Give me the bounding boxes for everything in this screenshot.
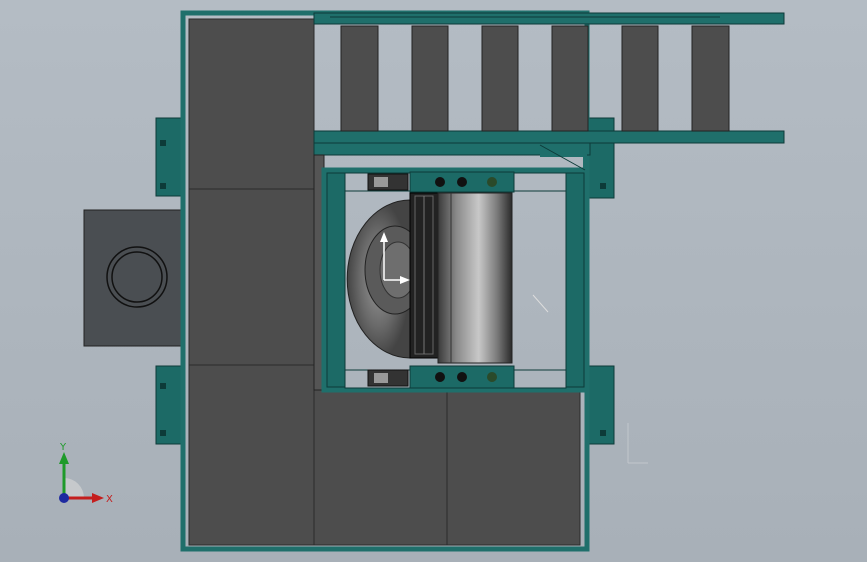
z-axis-icon [59, 493, 69, 503]
left-panels[interactable] [188, 18, 315, 546]
y-axis-label: Y [59, 442, 67, 453]
y-arrow-icon [59, 452, 69, 464]
bearing-block-bottom[interactable] [367, 365, 515, 389]
right-bracket-top[interactable] [587, 117, 615, 199]
reference-line [532, 294, 549, 313]
left-bracket-top[interactable] [155, 117, 185, 197]
conveyor-slats[interactable] [340, 25, 730, 132]
bottom-panels[interactable] [313, 389, 581, 546]
roller-assembly[interactable] [409, 192, 513, 364]
right-bracket-bottom[interactable] [587, 365, 615, 445]
x-axis-label: X [106, 494, 113, 505]
coordinate-triad[interactable]: Y X [48, 440, 118, 510]
left-bracket-bottom[interactable] [155, 365, 185, 445]
x-arrow-icon [92, 493, 104, 503]
motor-housing[interactable] [83, 209, 185, 347]
faint-arrow-icon [627, 423, 648, 464]
bearing-block-top[interactable] [367, 171, 515, 193]
cad-viewport[interactable] [0, 0, 867, 562]
